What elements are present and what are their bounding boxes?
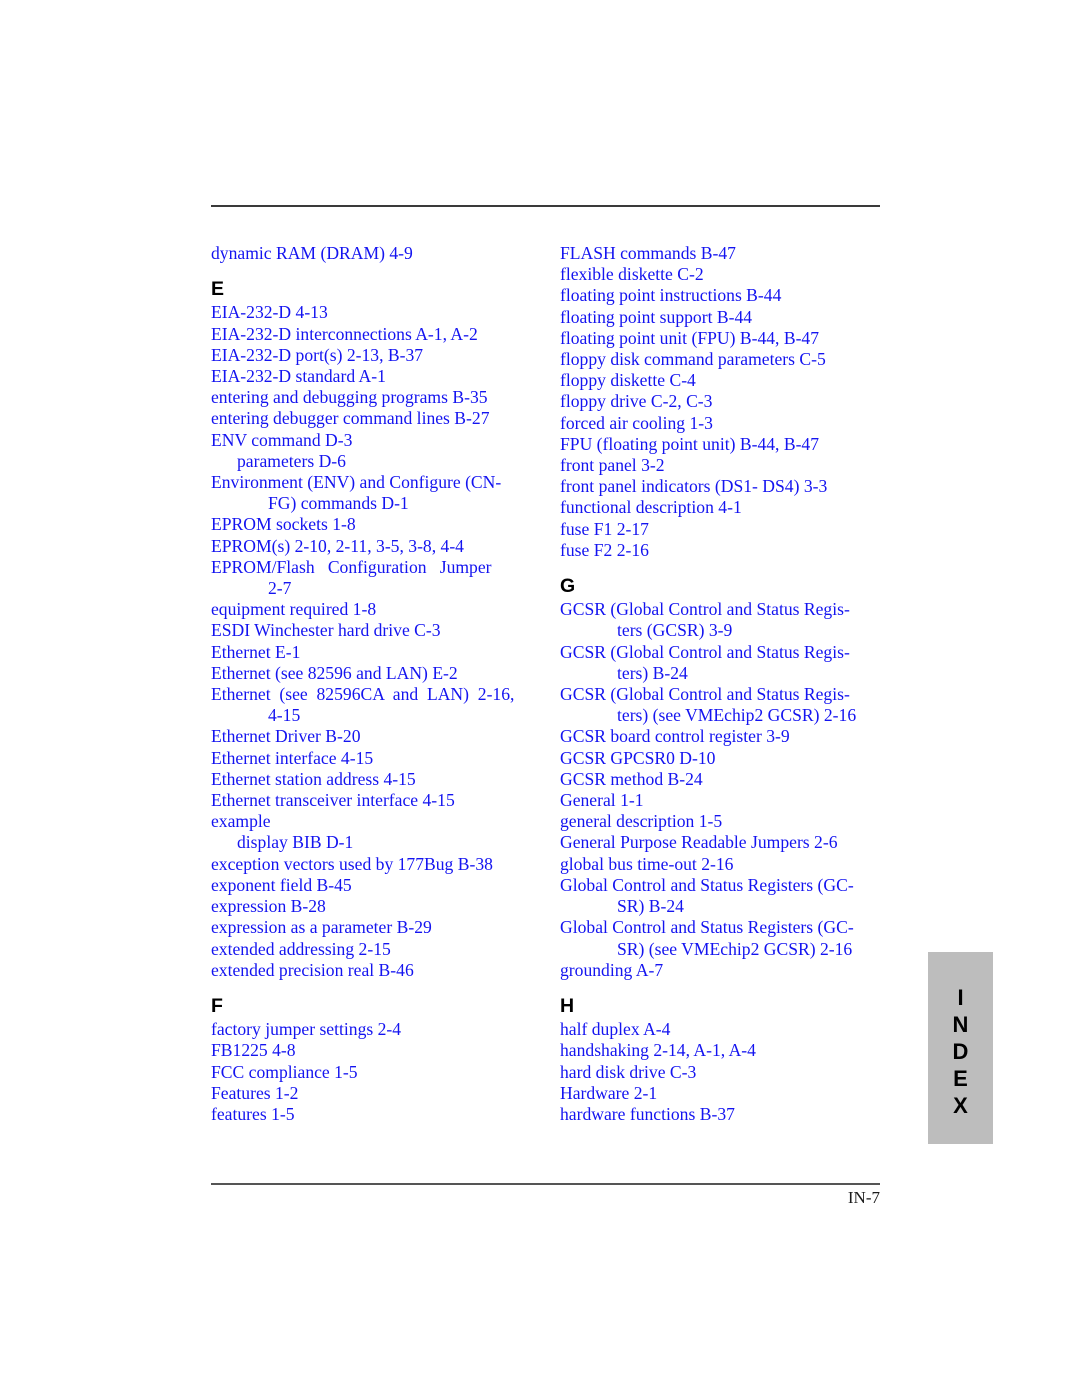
index-entry: floppy drive C-2, C-3 bbox=[560, 391, 713, 412]
index-entry: Ethernet (see 82596 and LAN) E-2 bbox=[211, 662, 458, 683]
index-entry: EIA-232-D port(s) 2-13, B-37 bbox=[211, 344, 424, 365]
index-section-letter: H bbox=[560, 994, 575, 1017]
index-entry: EPROM(s) 2-10, 2-11, 3-5, 3-8, 4-4 bbox=[211, 535, 464, 556]
index-entry: grounding A-7 bbox=[560, 959, 664, 980]
index-entry-continuation: SR) (see VMEchip2 GCSR) 2-16 bbox=[617, 938, 853, 959]
index-entry-continuation: 2-7 bbox=[268, 578, 292, 599]
index-column-right: FLASH commands B-47 flexible diskette C-2… bbox=[560, 243, 895, 1125]
index-entry-continuation: ters) B-24 bbox=[617, 662, 688, 683]
index-entry: GCSR (Global Control and Status Regis- bbox=[560, 599, 850, 620]
index-thumb-tab: INDEX bbox=[928, 952, 993, 1144]
index-entry: Global Control and Status Registers (GC- bbox=[560, 917, 854, 938]
index-entry-continuation: 4-15 bbox=[268, 705, 301, 726]
index-entry-continuation: SR) B-24 bbox=[617, 896, 684, 917]
index-entry: equipment required 1-8 bbox=[211, 599, 377, 620]
index-entry: GCSR (Global Control and Status Regis- bbox=[560, 684, 850, 705]
index-entry-continuation: ters (GCSR) 3-9 bbox=[617, 620, 733, 641]
index-entry: hard disk drive C-3 bbox=[560, 1061, 697, 1082]
index-entry: floating point unit (FPU) B-44, B-47 bbox=[560, 327, 820, 348]
index-entry: exponent field B-45 bbox=[211, 874, 352, 895]
index-page: dynamic RAM (DRAM) 4-9 E EIA-232-D 4-13 EIA… bbox=[0, 0, 1080, 1397]
index-entry: flexible diskette C-2 bbox=[560, 264, 704, 285]
index-column-left: dynamic RAM (DRAM) 4-9 E EIA-232-D 4-13 EIA… bbox=[211, 243, 546, 1125]
index-entry: expression B-28 bbox=[211, 896, 326, 917]
index-entry: general description 1-5 bbox=[560, 811, 723, 832]
index-entry: exception vectors used by 177Bug B-38 bbox=[211, 853, 493, 874]
index-entry: GCSR board control register 3-9 bbox=[560, 726, 790, 747]
index-entry: General Purpose Readable Jumpers 2-6 bbox=[560, 832, 838, 853]
index-sub-entry: parameters D-6 bbox=[237, 450, 346, 471]
index-entry: floating point instructions B-44 bbox=[560, 285, 782, 306]
index-entry: front panel indicators (DS1- DS4) 3-3 bbox=[560, 476, 828, 497]
index-entry-continuation: ters) (see VMEchip2 GCSR) 2-16 bbox=[617, 705, 857, 726]
index-entry: entering and debugging programs B-35 bbox=[211, 387, 488, 408]
index-entry: example bbox=[211, 811, 271, 832]
index-entry: factory jumper settings 2-4 bbox=[211, 1019, 402, 1040]
index-entry: front panel 3-2 bbox=[560, 455, 665, 476]
footer-rule bbox=[211, 1183, 880, 1185]
index-entry: GCSR GPCSR0 D-10 bbox=[560, 747, 716, 768]
thumb-tab-letter: E bbox=[953, 1066, 968, 1091]
index-entry: extended addressing 2-15 bbox=[211, 938, 391, 959]
index-entry: handshaking 2-14, A-1, A-4 bbox=[560, 1040, 756, 1061]
index-entry: General 1-1 bbox=[560, 790, 644, 811]
index-entry: forced air cooling 1-3 bbox=[560, 412, 713, 433]
index-entry: EPROM/Flash Configuration Jumper bbox=[211, 556, 492, 577]
index-entry: FCC compliance 1-5 bbox=[211, 1061, 358, 1082]
index-entry: ENV command D-3 bbox=[211, 429, 353, 450]
index-entry: floppy diskette C-4 bbox=[560, 370, 696, 391]
index-entry: Ethernet Driver B-20 bbox=[211, 726, 361, 747]
index-entry: floppy disk command parameters C-5 bbox=[560, 349, 826, 370]
index-entry: fuse F1 2-17 bbox=[560, 518, 649, 539]
index-entry: dynamic RAM (DRAM) 4-9 bbox=[211, 243, 413, 263]
index-entry-continuation: FG) commands D-1 bbox=[268, 493, 409, 514]
index-entry: Hardware 2-1 bbox=[560, 1082, 658, 1103]
index-entry: FLASH commands B-47 bbox=[560, 243, 736, 263]
index-entry: half duplex A-4 bbox=[560, 1019, 671, 1040]
index-entry: EIA-232-D interconnections A-1, A-2 bbox=[211, 323, 478, 344]
index-entry: floating point support B-44 bbox=[560, 306, 753, 327]
index-entry: Ethernet interface 4-15 bbox=[211, 747, 374, 768]
index-entry: expression as a parameter B-29 bbox=[211, 917, 432, 938]
index-entry: extended precision real B-46 bbox=[211, 959, 414, 980]
index-entry: Environment (ENV) and Configure (CN- bbox=[211, 472, 502, 493]
index-entry: EIA-232-D 4-13 bbox=[211, 302, 328, 323]
index-entry: GCSR method B-24 bbox=[560, 768, 703, 789]
index-entry: hardware functions B-37 bbox=[560, 1103, 735, 1124]
index-entry: features 1-5 bbox=[211, 1103, 295, 1124]
thumb-tab-letter: D bbox=[952, 1039, 969, 1064]
index-entry: FPU (floating point unit) B-44, B-47 bbox=[560, 433, 820, 454]
header-rule bbox=[211, 205, 880, 207]
page-number: IN-7 bbox=[847, 1188, 880, 1207]
index-section-letter: E bbox=[211, 278, 225, 301]
index-entry: ESDI Winchester hard drive C-3 bbox=[211, 620, 441, 641]
index-entry: fuse F2 2-16 bbox=[560, 539, 649, 560]
index-entry: FB1225 4-8 bbox=[211, 1040, 296, 1061]
index-entry: Ethernet station address 4-15 bbox=[211, 768, 416, 789]
thumb-tab-letter: I bbox=[957, 985, 964, 1010]
index-entry: Ethernet E-1 bbox=[211, 641, 301, 662]
index-entry: EIA-232-D standard A-1 bbox=[211, 366, 386, 387]
index-entry: Features 1-2 bbox=[211, 1082, 299, 1103]
index-entry: functional description 4-1 bbox=[560, 497, 742, 518]
index-entry: EPROM sockets 1-8 bbox=[211, 514, 356, 535]
index-entry: Global Control and Status Registers (GC- bbox=[560, 874, 854, 895]
index-entry: GCSR (Global Control and Status Regis- bbox=[560, 641, 850, 662]
index-entry: Ethernet (see 82596CA and LAN) 2-16, bbox=[211, 684, 515, 705]
thumb-tab-letter: X bbox=[953, 1093, 968, 1118]
index-section-letter: G bbox=[560, 575, 576, 598]
index-sub-entry: display BIB D-1 bbox=[237, 832, 354, 853]
index-entry: Ethernet transceiver interface 4-15 bbox=[211, 790, 455, 811]
thumb-tab-letter: N bbox=[952, 1012, 969, 1037]
index-entry: global bus time-out 2-16 bbox=[560, 853, 734, 874]
index-section-letter: F bbox=[211, 994, 223, 1017]
index-entry: entering debugger command lines B-27 bbox=[211, 408, 490, 429]
